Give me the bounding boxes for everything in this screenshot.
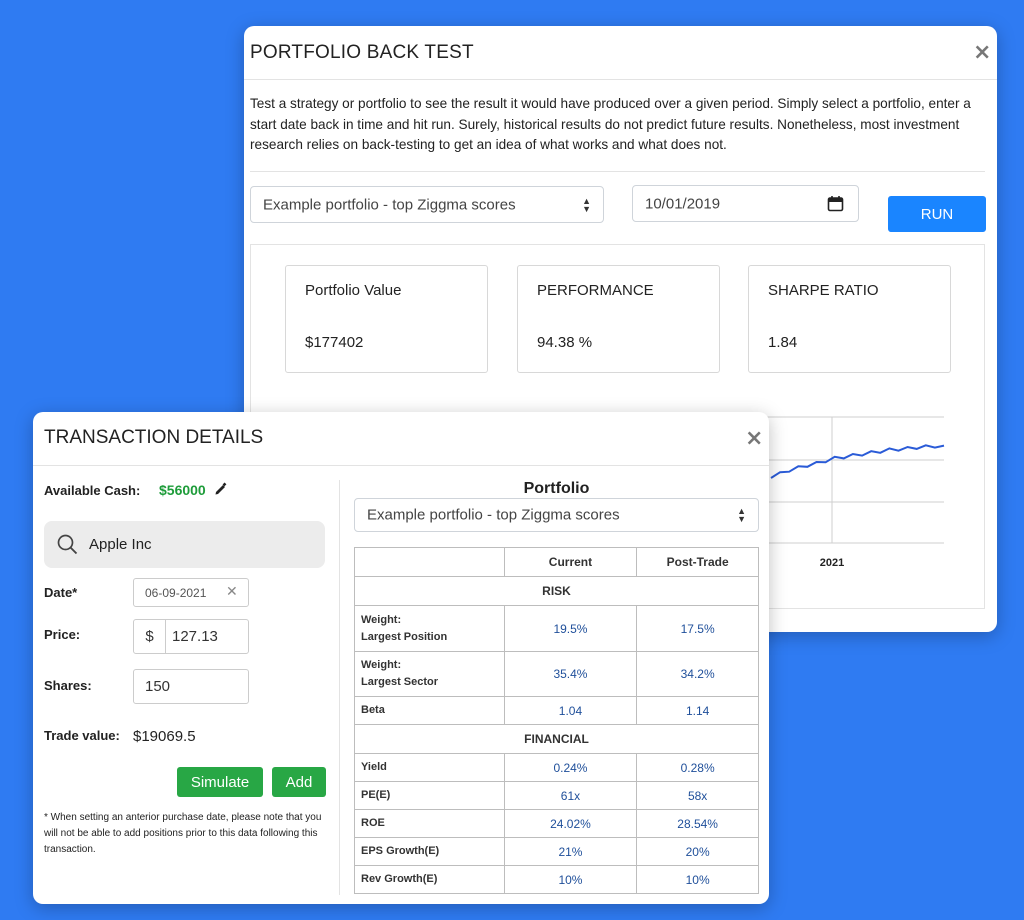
metric-label: Yield (354, 753, 505, 782)
chart-series-line (770, 444, 945, 479)
table-row: Weight: Largest Position 19.5% 17.5% (354, 605, 759, 652)
price-input[interactable]: $ 127.13 (133, 619, 249, 654)
x-tick-label: 2021 (820, 557, 844, 569)
table-header: Post-Trade (636, 547, 759, 577)
transaction-portfolio-value: Example portfolio - top Ziggma scores (367, 506, 620, 524)
price-prefix: $ (134, 620, 166, 653)
transaction-modal: TRANSACTION DETAILS × Available Cash: $5… (33, 412, 769, 904)
select-arrows-icon: ▲ ▼ (737, 506, 746, 524)
available-cash-value: $56000 (159, 482, 206, 498)
backtest-description: Test a strategy or portfolio to see the … (250, 96, 971, 153)
select-arrows-icon: ▲ ▼ (582, 195, 591, 214)
table-row: Weight: Largest Sector 35.4% 34.2% (354, 651, 759, 697)
table-row: Beta 1.04 1.14 (354, 696, 759, 725)
portfolio-metrics-table: Current Post-Trade RISK Weight: Largest … (354, 547, 759, 894)
table-header: Current (503, 547, 638, 577)
start-date-value: 10/01/2019 (645, 195, 721, 212)
divider (250, 171, 985, 172)
metric-post: 20% (636, 837, 759, 866)
portfolio-select[interactable]: Example portfolio - top Ziggma scores ▲ ▼ (250, 186, 604, 223)
section-row: FINANCIAL (354, 724, 759, 754)
calendar-icon[interactable] (827, 195, 844, 216)
metric-post: 17.5% (636, 605, 759, 652)
card-label: SHARPE RATIO (768, 282, 879, 299)
metric-post: 0.28% (636, 753, 759, 782)
purchase-date-value: 06-09-2021 (145, 586, 207, 600)
trade-value: $19069.5 (133, 728, 196, 745)
table-header-row: Current Post-Trade (354, 547, 759, 577)
date-label: Date* (44, 585, 78, 600)
metric-post: 58x (636, 781, 759, 810)
card-label: Portfolio Value (305, 282, 402, 299)
run-button[interactable]: RUN (888, 196, 986, 232)
portfolio-select-value: Example portfolio - top Ziggma scores (263, 196, 516, 213)
metric-current: 21% (503, 837, 638, 866)
metric-post: 10% (636, 865, 759, 894)
metric-current: 1.04 (503, 696, 638, 725)
simulate-button[interactable]: Simulate (177, 767, 263, 797)
portfolio-value-card: Portfolio Value $177402 (285, 265, 488, 373)
metric-label: EPS Growth(E) (354, 837, 505, 866)
portfolio-heading: Portfolio (523, 480, 590, 497)
metric-label: PE(E) (354, 781, 505, 810)
metric-post: 34.2% (636, 651, 759, 697)
shares-label: Shares: (44, 678, 92, 693)
metric-current: 61x (503, 781, 638, 810)
metric-post: 28.54% (636, 809, 759, 838)
metric-current: 24.02% (503, 809, 638, 838)
chart-grid (761, 416, 944, 544)
sharpe-ratio-card: SHARPE RATIO 1.84 (748, 265, 951, 373)
table-row: PE(E) 61x 58x (354, 781, 759, 810)
card-value: $177402 (305, 334, 364, 351)
table-row: Rev Growth(E) 10% 10% (354, 865, 759, 894)
start-date-input[interactable]: 10/01/2019 (632, 185, 859, 222)
card-value: 94.38 % (537, 334, 593, 351)
trade-value-label: Trade value: (44, 728, 120, 743)
metric-label-text: Weight: Largest Position (361, 613, 448, 643)
section-row: RISK (354, 576, 759, 606)
divider (33, 465, 769, 466)
metric-current: 19.5% (503, 605, 638, 652)
risk-section-label: RISK (354, 576, 759, 606)
metric-label: Rev Growth(E) (354, 865, 505, 894)
table-row: Yield 0.24% 0.28% (354, 753, 759, 782)
table-row: EPS Growth(E) 21% 20% (354, 837, 759, 866)
stock-search-input[interactable]: Apple Inc (44, 521, 325, 568)
metric-label-text: Weight: Largest Sector (361, 659, 439, 688)
shares-input[interactable]: 150 (133, 669, 249, 704)
metric-label: ROE (354, 809, 505, 838)
add-button[interactable]: Add (272, 767, 326, 797)
financial-section-label: FINANCIAL (354, 724, 759, 754)
divider (244, 79, 997, 80)
table-row: ROE 24.02% 28.54% (354, 809, 759, 838)
transaction-close-icon[interactable]: × (745, 428, 763, 450)
card-label: PERFORMANCE (537, 282, 654, 299)
search-value: Apple Inc (89, 536, 152, 553)
transaction-title: TRANSACTION DETAILS (44, 427, 264, 448)
search-icon (57, 534, 78, 560)
card-value: 1.84 (768, 334, 798, 351)
available-cash-label: Available Cash: (44, 483, 141, 498)
column-divider (339, 480, 340, 895)
purchase-date-input[interactable]: 06-09-2021 ✕ (133, 578, 249, 607)
price-label: Price: (44, 627, 81, 642)
metric-label: Beta (354, 696, 505, 725)
price-value: 127.13 (172, 628, 218, 645)
metric-label: Weight: Largest Sector (354, 651, 505, 697)
performance-card: PERFORMANCE 94.38 % (517, 265, 720, 373)
metric-post: 1.14 (636, 696, 759, 725)
purchase-date-note: * When setting an anterior purchase date… (44, 812, 322, 855)
table-header (354, 547, 505, 577)
metric-current: 35.4% (503, 651, 638, 697)
backtest-close-icon[interactable]: × (973, 42, 991, 64)
metric-current: 0.24% (503, 753, 638, 782)
transaction-portfolio-select[interactable]: Example portfolio - top Ziggma scores ▲ ▼ (354, 498, 759, 532)
clear-date-icon[interactable]: ✕ (226, 583, 238, 600)
edit-pencil-icon[interactable] (214, 482, 227, 501)
metric-label: Weight: Largest Position (354, 605, 505, 652)
shares-value: 150 (145, 678, 171, 695)
metric-current: 10% (503, 865, 638, 894)
backtest-title: PORTFOLIO BACK TEST (250, 42, 474, 63)
